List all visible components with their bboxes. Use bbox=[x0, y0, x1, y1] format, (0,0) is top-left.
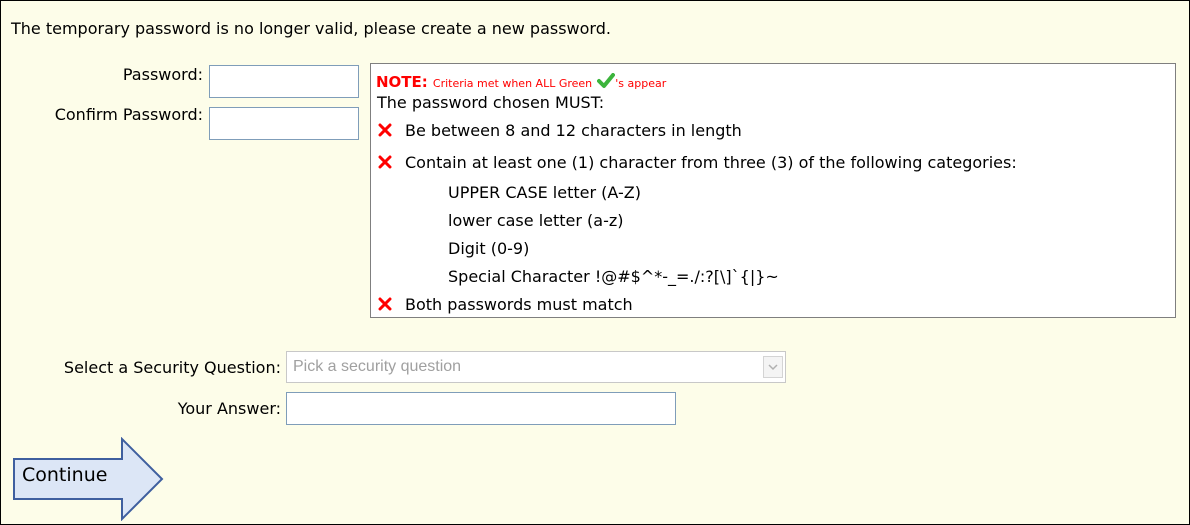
answer-label: Your Answer: bbox=[177, 399, 281, 418]
security-question-label: Select a Security Question: bbox=[63, 358, 281, 377]
note-text-suffix: 's appear bbox=[615, 77, 667, 90]
confirm-password-field[interactable] bbox=[209, 107, 359, 140]
note-line: NOTE: Criteria met when ALL Green 's app… bbox=[376, 72, 666, 91]
category-digit: Digit (0-9) bbox=[448, 239, 530, 258]
criterion-length: Be between 8 and 12 characters in length bbox=[377, 121, 742, 140]
intro-message: The temporary password is no longer vali… bbox=[11, 19, 611, 38]
password-label: Password: bbox=[122, 65, 203, 84]
continue-label: Continue bbox=[22, 464, 108, 486]
note-heading: NOTE: bbox=[376, 73, 428, 91]
criterion-match: Both passwords must match bbox=[377, 295, 633, 314]
note-text: Criteria met when ALL Green bbox=[432, 77, 593, 90]
security-question-select[interactable]: Pick a security question bbox=[286, 351, 786, 383]
red-x-icon bbox=[378, 297, 392, 311]
green-check-icon bbox=[597, 73, 616, 88]
must-text: The password chosen MUST: bbox=[377, 93, 605, 112]
confirm-password-label: Confirm Password: bbox=[54, 105, 203, 124]
criterion-categories: Contain at least one (1) character from … bbox=[377, 153, 1017, 172]
category-uppercase: UPPER CASE letter (A-Z) bbox=[448, 183, 641, 202]
answer-field[interactable] bbox=[286, 392, 676, 425]
category-lowercase: lower case letter (a-z) bbox=[448, 211, 624, 230]
red-x-icon bbox=[378, 155, 392, 169]
criterion-categories-text: Contain at least one (1) character from … bbox=[405, 153, 1017, 172]
criterion-length-text: Be between 8 and 12 characters in length bbox=[405, 121, 742, 140]
chevron-down-icon bbox=[768, 364, 778, 371]
security-question-placeholder: Pick a security question bbox=[293, 358, 462, 375]
continue-button[interactable]: Continue bbox=[12, 436, 164, 522]
red-x-icon bbox=[378, 123, 392, 137]
dropdown-arrow-button[interactable] bbox=[763, 356, 783, 378]
password-field[interactable] bbox=[209, 65, 359, 98]
criterion-match-text: Both passwords must match bbox=[405, 295, 633, 314]
category-special: Special Character !@#$^*-_=./:?[\]`{|}~ bbox=[448, 267, 779, 286]
